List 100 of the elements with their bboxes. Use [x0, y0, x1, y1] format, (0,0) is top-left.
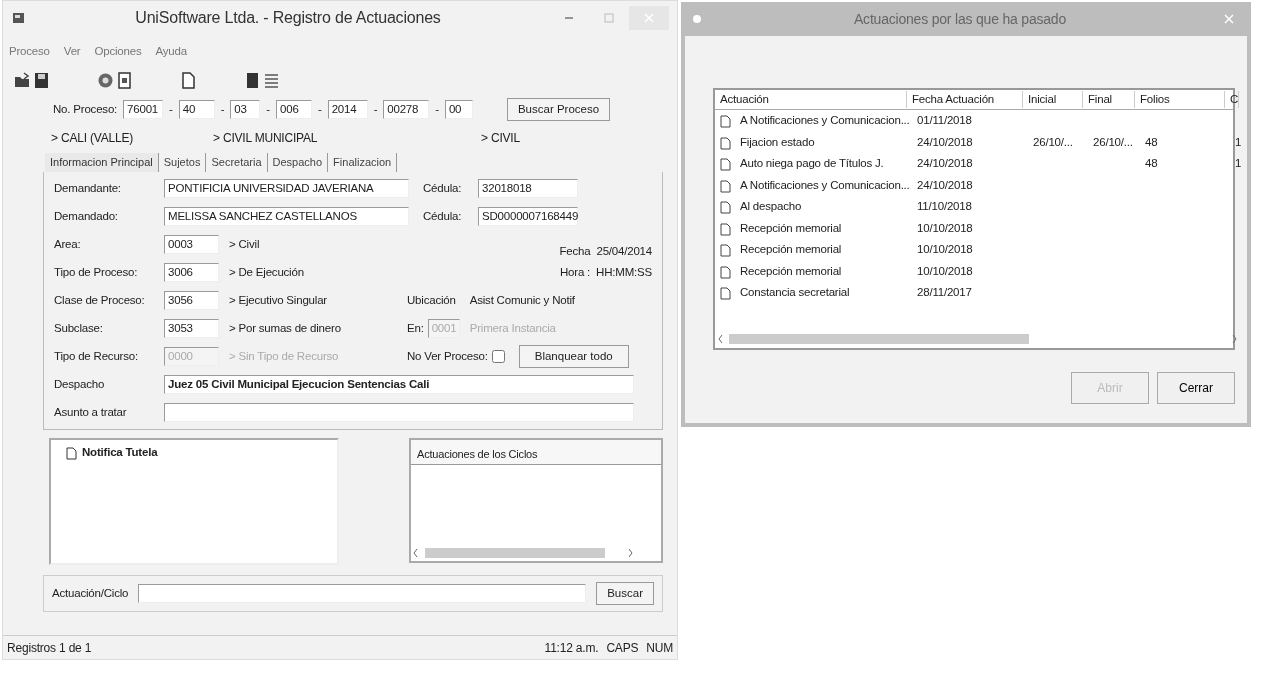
field-label: Area:	[54, 236, 82, 252]
field-label: Fecha	[559, 243, 591, 259]
column-header[interactable]: C	[1225, 90, 1239, 109]
column-header[interactable]: Folios	[1135, 90, 1225, 109]
menu-item[interactable]: Ayuda	[155, 43, 187, 61]
menu-item[interactable]: Proceso	[9, 43, 50, 61]
separator-text: -	[435, 102, 439, 118]
field-label: Subclase:	[54, 320, 104, 336]
separator-text: -	[318, 102, 322, 118]
document-icon	[720, 156, 731, 172]
close-icon	[644, 13, 654, 23]
field-label: Tipo de Proceso:	[54, 264, 139, 280]
search-field[interactable]	[138, 583, 587, 603]
toolbar-button[interactable]	[13, 71, 32, 89]
tab[interactable]: Sujetos	[158, 153, 207, 172]
menu-item[interactable]: Ver	[63, 43, 81, 61]
table-cell-text: 1	[1234, 157, 1242, 170]
checkbox[interactable]	[491, 349, 505, 363]
location-text: > CALI (VALLE)	[51, 130, 134, 148]
table-cell-text: 10/10/2018	[916, 221, 973, 234]
id-field[interactable]: SD0000007168449	[478, 206, 578, 226]
process-number-field[interactable]: 00278	[383, 100, 430, 120]
process-number-label: No. Proceso:	[53, 102, 118, 118]
table-cell-text: 10/10/2018	[916, 243, 973, 256]
toolbar-button[interactable]	[96, 71, 115, 89]
document-icon	[116, 71, 133, 89]
separator-text: -	[220, 102, 225, 118]
process-number-field[interactable]: 006	[276, 100, 312, 120]
search-process-button[interactable]: Buscar Proceso	[506, 98, 611, 122]
column-header[interactable]: Inicial	[1023, 90, 1083, 109]
document-icon	[65, 444, 78, 460]
field-label: Demandante:	[54, 180, 122, 196]
window-title: UniSoftware Ltda. - Registro de Actuaciones	[134, 8, 442, 28]
process-number-field[interactable]: 76001	[123, 100, 164, 120]
book-icon	[244, 71, 261, 89]
menu-item[interactable]: Opciones	[94, 43, 142, 61]
table-cell-text: Fijacion estado	[739, 134, 815, 150]
description-text: > Sin Tipo de Recurso	[228, 348, 340, 364]
process-number-field[interactable]: 40	[178, 100, 215, 120]
document-icon	[720, 177, 731, 193]
text-field[interactable]: MELISSA SANCHEZ CASTELLANOS	[164, 206, 409, 226]
field-label: Clase de Proceso:	[54, 292, 146, 308]
table-cell-text: 24/10/2018	[916, 135, 973, 148]
field-label: Hora :	[559, 264, 591, 280]
text-field[interactable]	[164, 402, 634, 422]
table-cell-text: Recepción memorial	[739, 242, 842, 258]
process-number-field[interactable]: 00	[444, 100, 473, 120]
code-field[interactable]: 3056	[164, 290, 219, 310]
app-icon	[11, 10, 27, 26]
process-number-field[interactable]: 2014	[327, 100, 368, 120]
column-header[interactable]: Fecha Actuación	[907, 90, 1023, 109]
id-field[interactable]: 32018018	[478, 178, 578, 198]
save-icon	[33, 71, 50, 89]
description-text: > Ejecutivo Singular	[228, 292, 328, 308]
separator-text: -	[169, 102, 173, 118]
tab[interactable]: Secretaria	[206, 153, 268, 172]
description-text: Primera Instancia	[468, 320, 556, 336]
field-value: Asist Comunic y Notif	[469, 292, 575, 308]
tab[interactable]: Informacion Principal	[45, 153, 159, 172]
status-text: NUM	[646, 639, 673, 657]
process-number-field[interactable]: 03	[230, 100, 261, 120]
column-header: Actuaciones de los Ciclos	[411, 439, 661, 466]
location-text: > CIVIL	[481, 130, 521, 148]
code-field[interactable]: 3006	[164, 262, 219, 282]
text-field[interactable]: PONTIFICIA UNIVERSIDAD JAVERIANA	[164, 178, 409, 198]
table-cell-text: 26/10/...	[1092, 135, 1133, 148]
field-label: En:	[407, 320, 424, 336]
code-field[interactable]: 0003	[164, 234, 219, 254]
document-icon	[720, 134, 731, 150]
toolbar-button[interactable]	[32, 71, 51, 89]
table-cell-text: A Notificaciones y Comunicacion...	[739, 113, 910, 129]
maximize-icon	[604, 13, 614, 23]
column-header[interactable]: Final	[1083, 90, 1135, 109]
field-label: Asunto a tratar	[54, 404, 128, 420]
toolbar-button[interactable]	[179, 71, 198, 89]
search-button[interactable]: Buscar	[596, 581, 654, 605]
table-cell-text: 10/10/2018	[916, 264, 973, 277]
separator-text: -	[373, 102, 378, 118]
dialog-button[interactable]: Cerrar	[1157, 372, 1235, 404]
tab[interactable]: Despacho	[267, 153, 329, 172]
field-label: Actuación/Ciclo	[52, 585, 129, 601]
description-text: > Por sumas de dinero	[228, 320, 342, 336]
tree-item[interactable]: Notifica Tutela	[82, 443, 158, 461]
document-icon	[720, 285, 731, 301]
description-text: > De Ejecución	[228, 264, 305, 280]
description-text: > Civil	[228, 236, 261, 252]
separator-text: -	[266, 102, 270, 118]
table-cell-text: 24/10/2018	[916, 178, 973, 191]
toolbar-button[interactable]	[115, 71, 134, 89]
code-field[interactable]: 3053	[164, 318, 219, 338]
field-label: Demandado:	[54, 208, 119, 224]
close-icon	[1224, 14, 1234, 24]
document-icon	[720, 220, 731, 236]
column-header[interactable]: Actuación	[715, 90, 907, 109]
tab[interactable]: Finalizacion	[328, 153, 398, 172]
open-folder-icon	[14, 71, 31, 89]
text-field[interactable]: Juez 05 Civil Municipal Ejecucion Sentencias Cali	[164, 374, 634, 394]
table-cell-text: 48	[1144, 157, 1158, 170]
clear-all-button[interactable]: Blanquear todo	[518, 344, 629, 368]
document-icon	[720, 113, 731, 129]
